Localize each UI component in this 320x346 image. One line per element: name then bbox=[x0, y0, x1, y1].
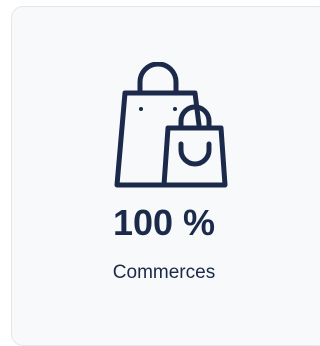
stat-card: 100 % Commerces bbox=[11, 6, 320, 346]
stat-value: 100 % bbox=[112, 202, 216, 243]
shopping-bags-icon bbox=[108, 62, 228, 192]
stat-label: Commerces bbox=[112, 262, 216, 283]
